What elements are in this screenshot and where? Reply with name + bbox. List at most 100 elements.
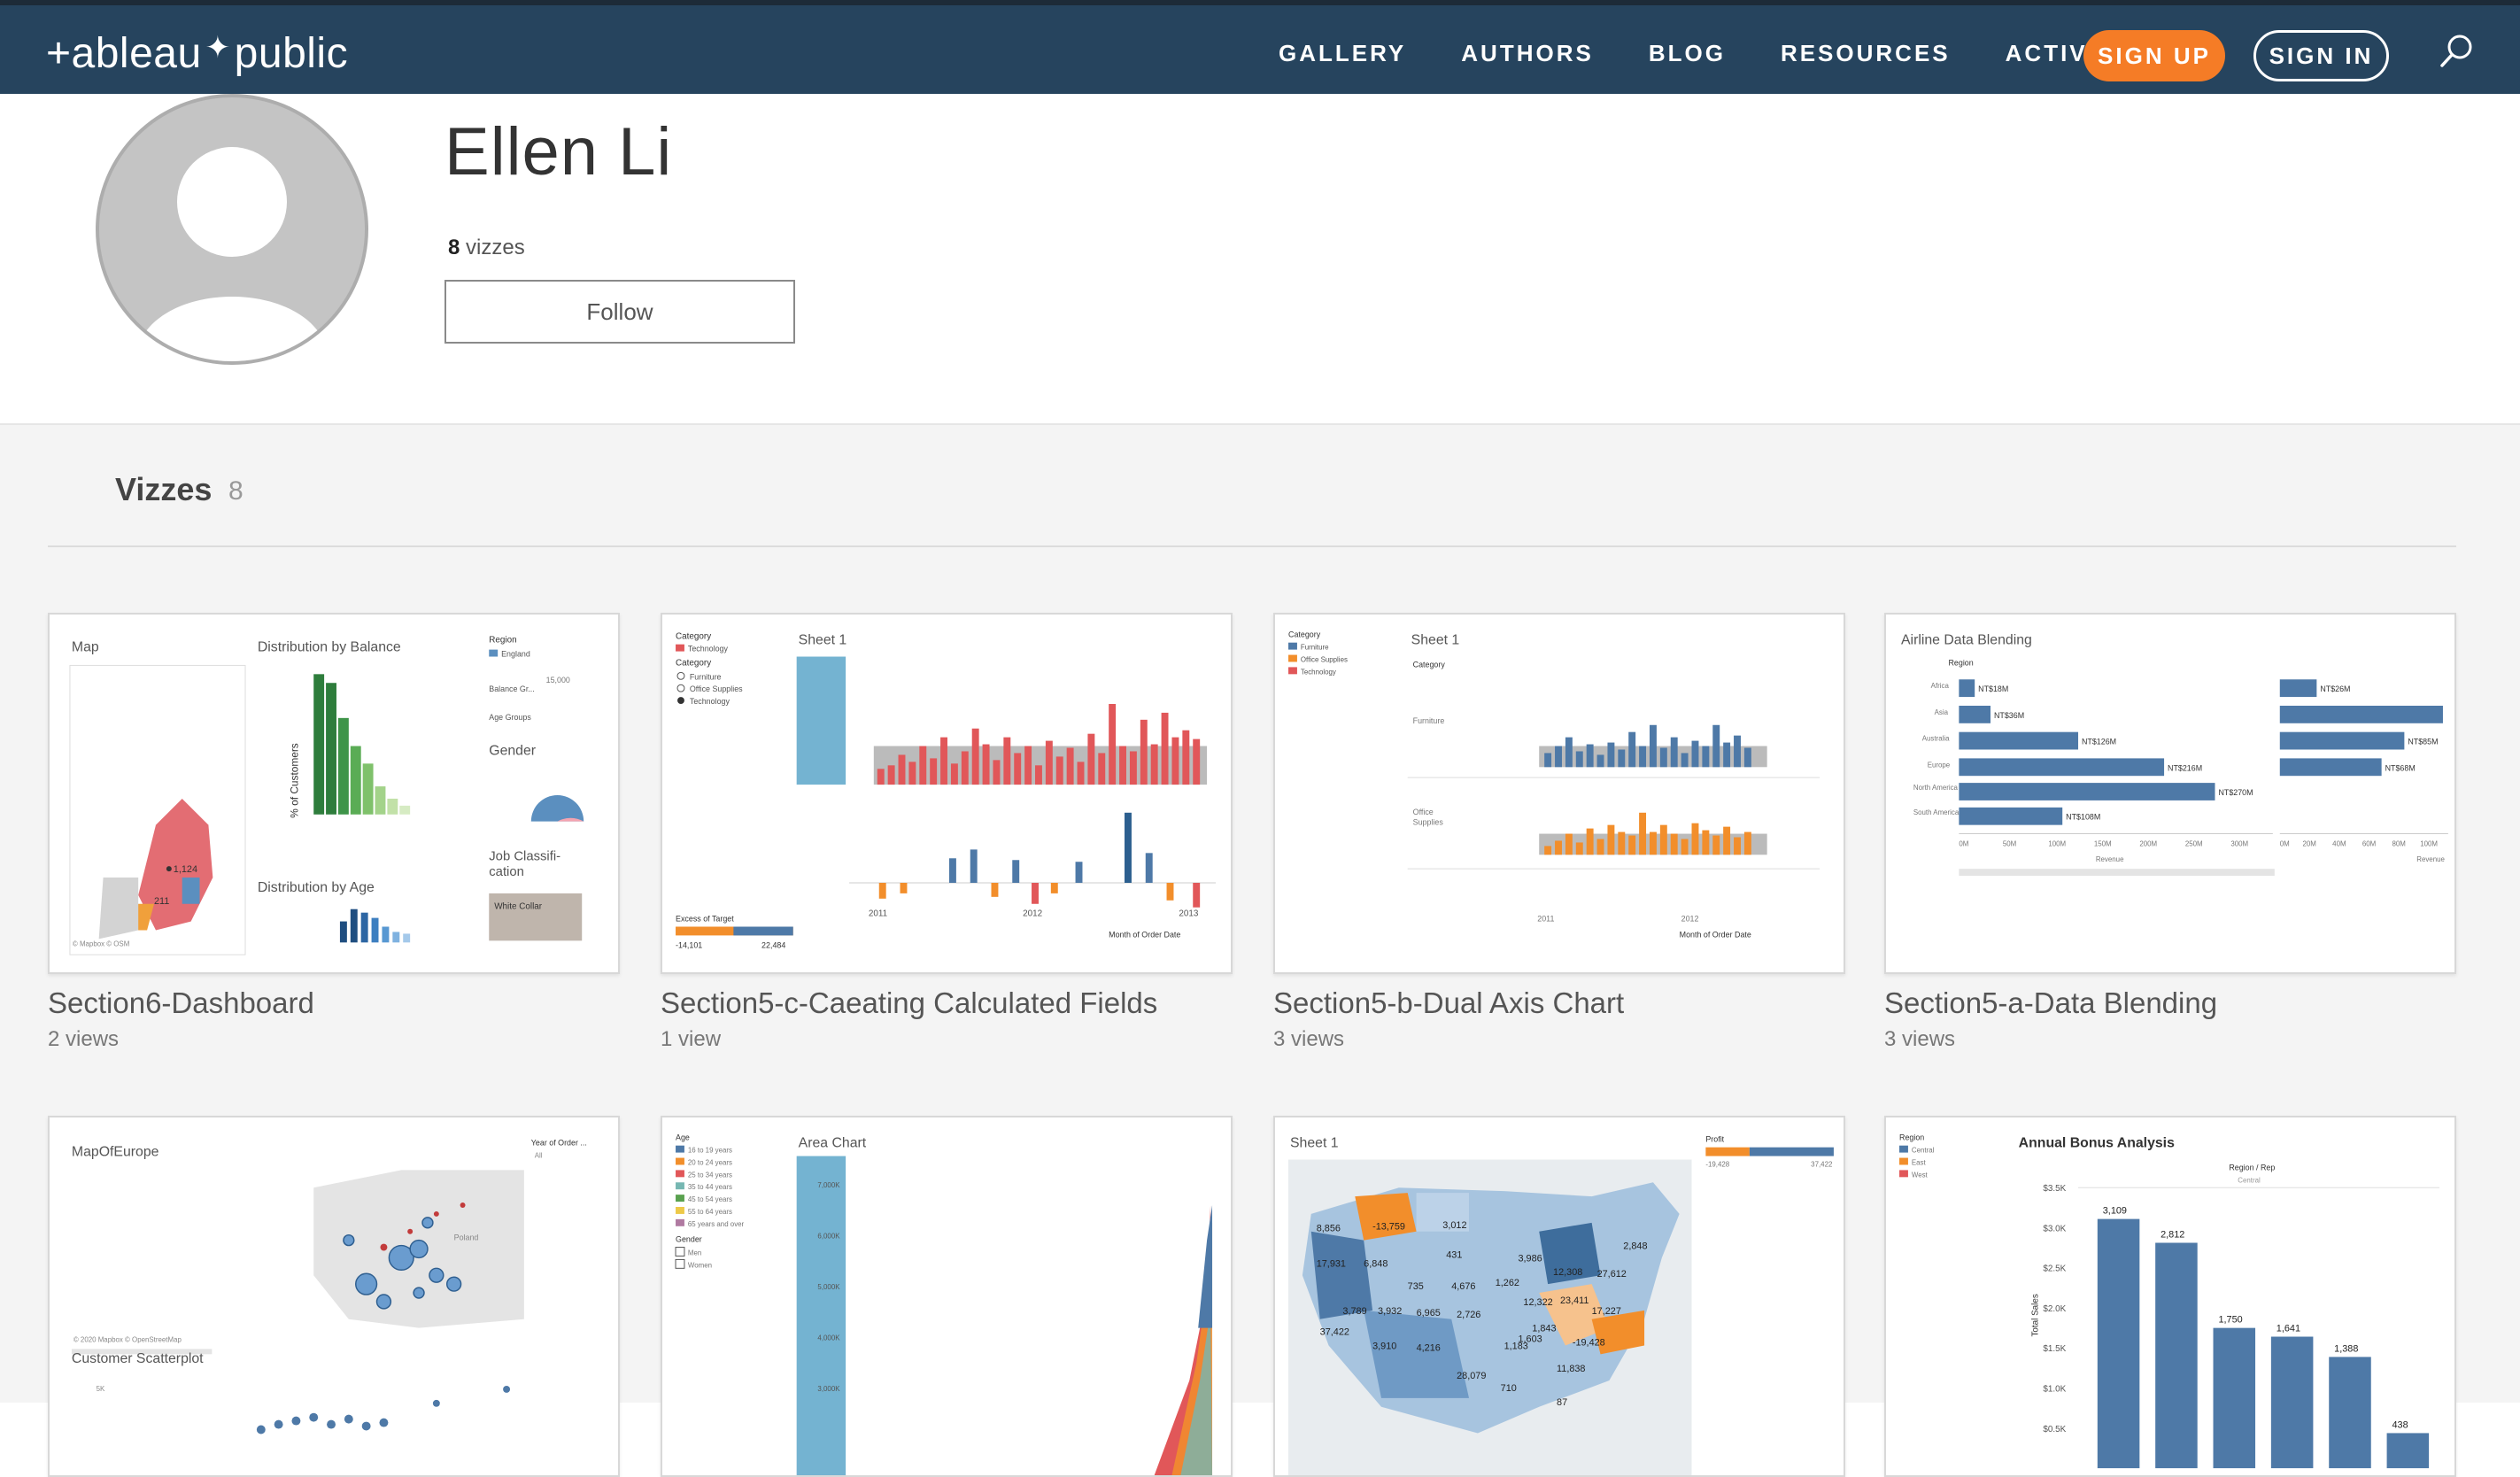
viz-thumbnail[interactable]: Airline Data Blending Region Africa Asia… (1884, 613, 2456, 974)
svg-text:Africa: Africa (1931, 682, 1950, 690)
viz-card-profit-map[interactable]: Sheet 1 Profit -19,428 37,422 8,856 -13,… (1273, 1116, 1845, 1477)
sign-up-button[interactable]: SIGN UP (2083, 30, 2225, 81)
bar-series: 3,109 2,812 1,750 1,641 1,388 438 (2097, 1206, 2430, 1469)
viz-thumbnail[interactable]: Age 16 to 19 years 20 to 24 years 25 to … (661, 1116, 1233, 1477)
svg-text:0M: 0M (1959, 839, 1968, 847)
viz-count-label: vizzes (466, 236, 525, 259)
thumbnail-europe-map: MapOfEurope Year of Order ... All Poland (71, 1139, 587, 1434)
follow-button[interactable]: Follow (444, 280, 795, 344)
svg-text:NT$36M: NT$36M (1994, 711, 2024, 720)
svg-text:37,422: 37,422 (1320, 1327, 1349, 1338)
bar-value-label: 438 (2392, 1419, 2408, 1430)
bar-value-label: 1,750 (2218, 1315, 2242, 1326)
viz-card-views: 2 views (48, 1027, 120, 1051)
svg-text:NT$68M: NT$68M (2385, 763, 2416, 772)
viz-card-views: 3 views (1273, 1027, 1345, 1051)
viz-thumbnail[interactable]: Category Furniture Office Supplies Techn… (1273, 613, 1845, 974)
viz-thumbnail[interactable]: Sheet 1 Profit -19,428 37,422 8,856 -13,… (1273, 1116, 1845, 1477)
svg-text:150M: 150M (2094, 839, 2112, 847)
svg-text:200M: 200M (2139, 839, 2157, 847)
section-title: Vizzes (115, 471, 213, 507)
svg-text:Technology: Technology (690, 697, 730, 706)
viz-thumbnail[interactable]: Map 1,124 211 © Mapbox © OSM Distributio… (48, 613, 620, 974)
bar-value-label: 1,388 (2334, 1343, 2358, 1354)
sales-bars (877, 704, 1201, 785)
search-icon[interactable] (2437, 32, 2476, 71)
viz-thumbnail[interactable]: Region Central East West Annual Bonus An… (1884, 1116, 2456, 1477)
svg-text:-19,428: -19,428 (1573, 1337, 1605, 1348)
viz-card-title[interactable]: Section6-Dashboard (48, 986, 620, 1020)
svg-text:3,932: 3,932 (1378, 1306, 1402, 1317)
svg-text:Region: Region (1948, 658, 1973, 667)
viz-card-section6-dashboard[interactable]: Map 1,124 211 © Mapbox © OSM Distributio… (48, 613, 620, 1052)
svg-text:England: England (501, 650, 530, 659)
y-tick-labels: $3.5K $3.0K $2.5K $2.0K $1.5K $1.0K $0.5K (2043, 1184, 2066, 1434)
svg-text:2013: 2013 (1179, 909, 1199, 919)
nav-authors[interactable]: AUTHORS (1461, 34, 1594, 73)
svg-text:7,000K: 7,000K (817, 1181, 840, 1189)
top-navigation-bar: +ableau ✦ public GALLERY AUTHORS BLOG RE… (0, 0, 2520, 94)
bar-value-label: 1,641 (2277, 1324, 2300, 1334)
svg-text:11,838: 11,838 (1557, 1364, 1585, 1374)
svg-text:5,000K: 5,000K (817, 1283, 840, 1291)
svg-text:Airline Data Blending: Airline Data Blending (1901, 633, 2032, 648)
viz-thumbnail[interactable]: Category Technology Category Furniture O… (661, 613, 1233, 974)
svg-text:35 to 44 years: 35 to 44 years (688, 1183, 732, 1191)
svg-text:Sheet 1: Sheet 1 (1290, 1136, 1339, 1151)
svg-text:MapOfEurope: MapOfEurope (72, 1145, 159, 1160)
svg-text:Women: Women (688, 1261, 712, 1269)
svg-text:65 years and over: 65 years and over (688, 1220, 745, 1228)
svg-text:South America: South America (1913, 808, 1960, 816)
svg-text:3,910: 3,910 (1372, 1341, 1396, 1351)
svg-text:37,422: 37,422 (1811, 1160, 1832, 1168)
viz-card-section5-c[interactable]: Category Technology Category Furniture O… (661, 613, 1233, 1052)
thumbnail-dashboard: Map 1,124 211 © Mapbox © OSM Distributio… (69, 636, 584, 955)
viz-card-title[interactable]: Section5-a-Data Blending (1884, 986, 2456, 1020)
viz-card-title[interactable]: Section5-c-Caeating Calculated Fields (661, 986, 1233, 1020)
viz-card-section5-a[interactable]: Airline Data Blending Region Africa Asia… (1884, 613, 2456, 1052)
vizzes-section: Vizzes 8 Map 1,124 211 © Mapbox © OSM Di… (0, 423, 2520, 1477)
sign-in-button[interactable]: SIGN IN (2253, 30, 2389, 81)
bar (2155, 1242, 2198, 1469)
viz-card-section5-b[interactable]: Category Furniture Office Supplies Techn… (1273, 613, 1845, 1052)
bar-value-label: 2,812 (2161, 1230, 2184, 1241)
y-tick-label: $3.5K (2043, 1184, 2066, 1194)
age-bars (339, 909, 411, 943)
svg-text:NT$126M: NT$126M (2082, 738, 2116, 746)
tableau-public-logo[interactable]: +ableau ✦ public (46, 28, 348, 78)
svg-text:Sheet 1: Sheet 1 (1411, 633, 1460, 648)
svg-text:-19,428: -19,428 (1705, 1160, 1729, 1168)
svg-text:Office Supplies: Office Supplies (1301, 655, 1348, 663)
svg-text:23,411: 23,411 (1560, 1295, 1589, 1306)
nav-blog[interactable]: BLOG (1649, 34, 1726, 73)
svg-text:Office: Office (1413, 808, 1434, 816)
balance-bars (313, 674, 411, 815)
svg-text:NT$216M: NT$216M (2168, 763, 2202, 772)
nav-resources[interactable]: RESOURCES (1781, 34, 1951, 73)
svg-text:6,965: 6,965 (1417, 1308, 1441, 1318)
svg-text:cation: cation (489, 865, 524, 879)
viz-thumbnail[interactable]: MapOfEurope Year of Order ... All Poland (48, 1116, 620, 1477)
logo-text-right: public (234, 29, 349, 77)
svg-text:12,308: 12,308 (1553, 1267, 1582, 1278)
svg-text:NT$26M: NT$26M (2320, 684, 2350, 693)
viz-card-annual-bonus[interactable]: Region Central East West Annual Bonus An… (1884, 1116, 2456, 1477)
svg-text:100M: 100M (2420, 839, 2438, 847)
svg-text:80M: 80M (2392, 839, 2406, 847)
profile-header: Ellen Li 8 vizzes Follow (0, 94, 2520, 423)
svg-text:710: 710 (1501, 1383, 1517, 1394)
bar (2097, 1218, 2140, 1469)
bar-value-label: 3,109 (2103, 1206, 2127, 1217)
viz-card-europe[interactable]: MapOfEurope Year of Order ... All Poland (48, 1116, 620, 1477)
svg-text:Month of Order Date: Month of Order Date (1680, 930, 1751, 939)
svg-text:211: 211 (154, 896, 169, 907)
svg-text:3,986: 3,986 (1518, 1253, 1542, 1264)
thumb-text: Map (72, 640, 99, 655)
svg-text:NT$85M: NT$85M (2408, 738, 2438, 746)
viz-card-area-chart[interactable]: Age 16 to 19 years 20 to 24 years 25 to … (661, 1116, 1233, 1477)
viz-card-title[interactable]: Section5-b-Dual Axis Chart (1273, 986, 1845, 1020)
thumbnail-calculated-fields: Category Technology Category Furniture O… (676, 632, 1216, 949)
svg-text:300M: 300M (2230, 839, 2248, 847)
nav-gallery[interactable]: GALLERY (1279, 34, 1406, 73)
svg-text:West: West (1912, 1171, 1929, 1179)
